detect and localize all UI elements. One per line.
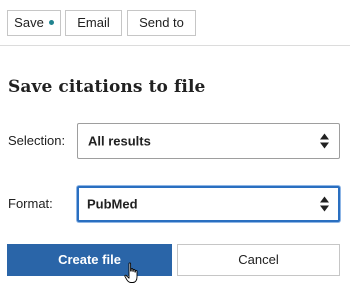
action-toolbar: Save Email Send to — [0, 0, 350, 46]
panel-title: Save citations to file — [8, 77, 206, 97]
send-to-button[interactable]: Send to — [127, 10, 196, 36]
create-file-button[interactable]: Create file — [7, 244, 172, 276]
cancel-label: Cancel — [238, 252, 279, 267]
format-select[interactable]: PubMed — [77, 186, 340, 222]
format-label: Format: — [8, 196, 53, 211]
save-button-label: Save — [14, 15, 44, 30]
hand-pointer-icon — [124, 262, 138, 283]
up-down-caret-icon — [320, 196, 329, 212]
selection-select[interactable]: All results — [77, 123, 340, 159]
send-to-button-label: Send to — [139, 15, 184, 30]
cancel-button[interactable]: Cancel — [177, 244, 340, 276]
status-dot-icon — [48, 20, 54, 26]
up-down-caret-icon — [320, 133, 329, 149]
save-button[interactable]: Save — [7, 10, 61, 36]
selection-label: Selection: — [8, 133, 66, 148]
format-value: PubMed — [87, 196, 138, 212]
email-button-label: Email — [77, 15, 110, 30]
email-button[interactable]: Email — [65, 10, 122, 36]
selection-value: All results — [88, 133, 151, 149]
create-file-label: Create file — [58, 252, 121, 267]
